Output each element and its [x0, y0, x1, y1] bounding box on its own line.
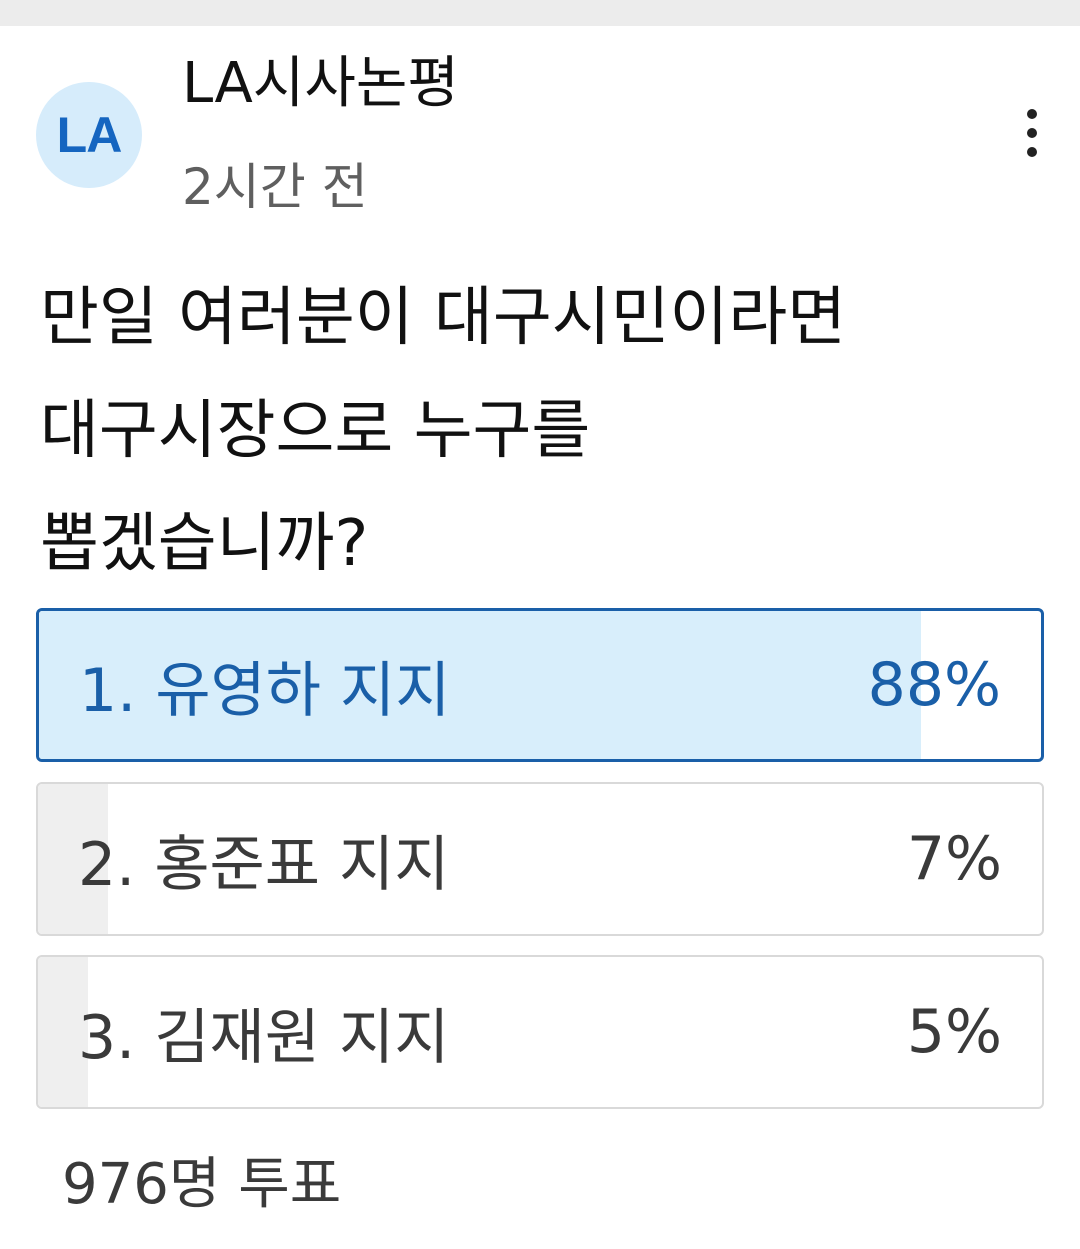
more-dot [1027, 109, 1037, 119]
post-timestamp: 2시간 전 [182, 158, 368, 216]
poll-question: 만일 여러분이 대구시민이라면 대구시장으로 누구를 뽑겠습니까? [40, 262, 1040, 601]
channel-avatar[interactable]: LA [36, 82, 142, 188]
poll-question-line: 만일 여러분이 대구시민이라면 [40, 281, 847, 355]
poll-option-1[interactable]: 1. 유영하 지지 88% [36, 608, 1044, 762]
poll-option-percent: 5% [906, 997, 1002, 1067]
poll-option-label: 2. 홍준표 지지 [78, 829, 450, 900]
more-dot [1027, 147, 1037, 157]
poll-question-line: 뽑겠습니까? [40, 507, 369, 581]
top-divider [0, 0, 1080, 26]
more-options-icon[interactable] [1004, 98, 1060, 168]
channel-name[interactable]: LA시사논평 [182, 44, 459, 124]
poll-option-2[interactable]: 2. 홍준표 지지 7% [36, 782, 1044, 936]
vote-count: 976명 투표 [62, 1152, 342, 1217]
poll-option-3[interactable]: 3. 김재원 지지 5% [36, 955, 1044, 1109]
poll-option-percent: 88% [867, 650, 1001, 720]
poll-question-line: 대구시장으로 누구를 [40, 394, 591, 468]
poll-option-label: 1. 유영하 지지 [79, 655, 451, 726]
more-dot [1027, 128, 1037, 138]
poll-option-label: 3. 김재원 지지 [78, 1002, 450, 1073]
avatar-logo-text: LA [56, 107, 123, 163]
poll-option-percent: 7% [906, 824, 1002, 894]
